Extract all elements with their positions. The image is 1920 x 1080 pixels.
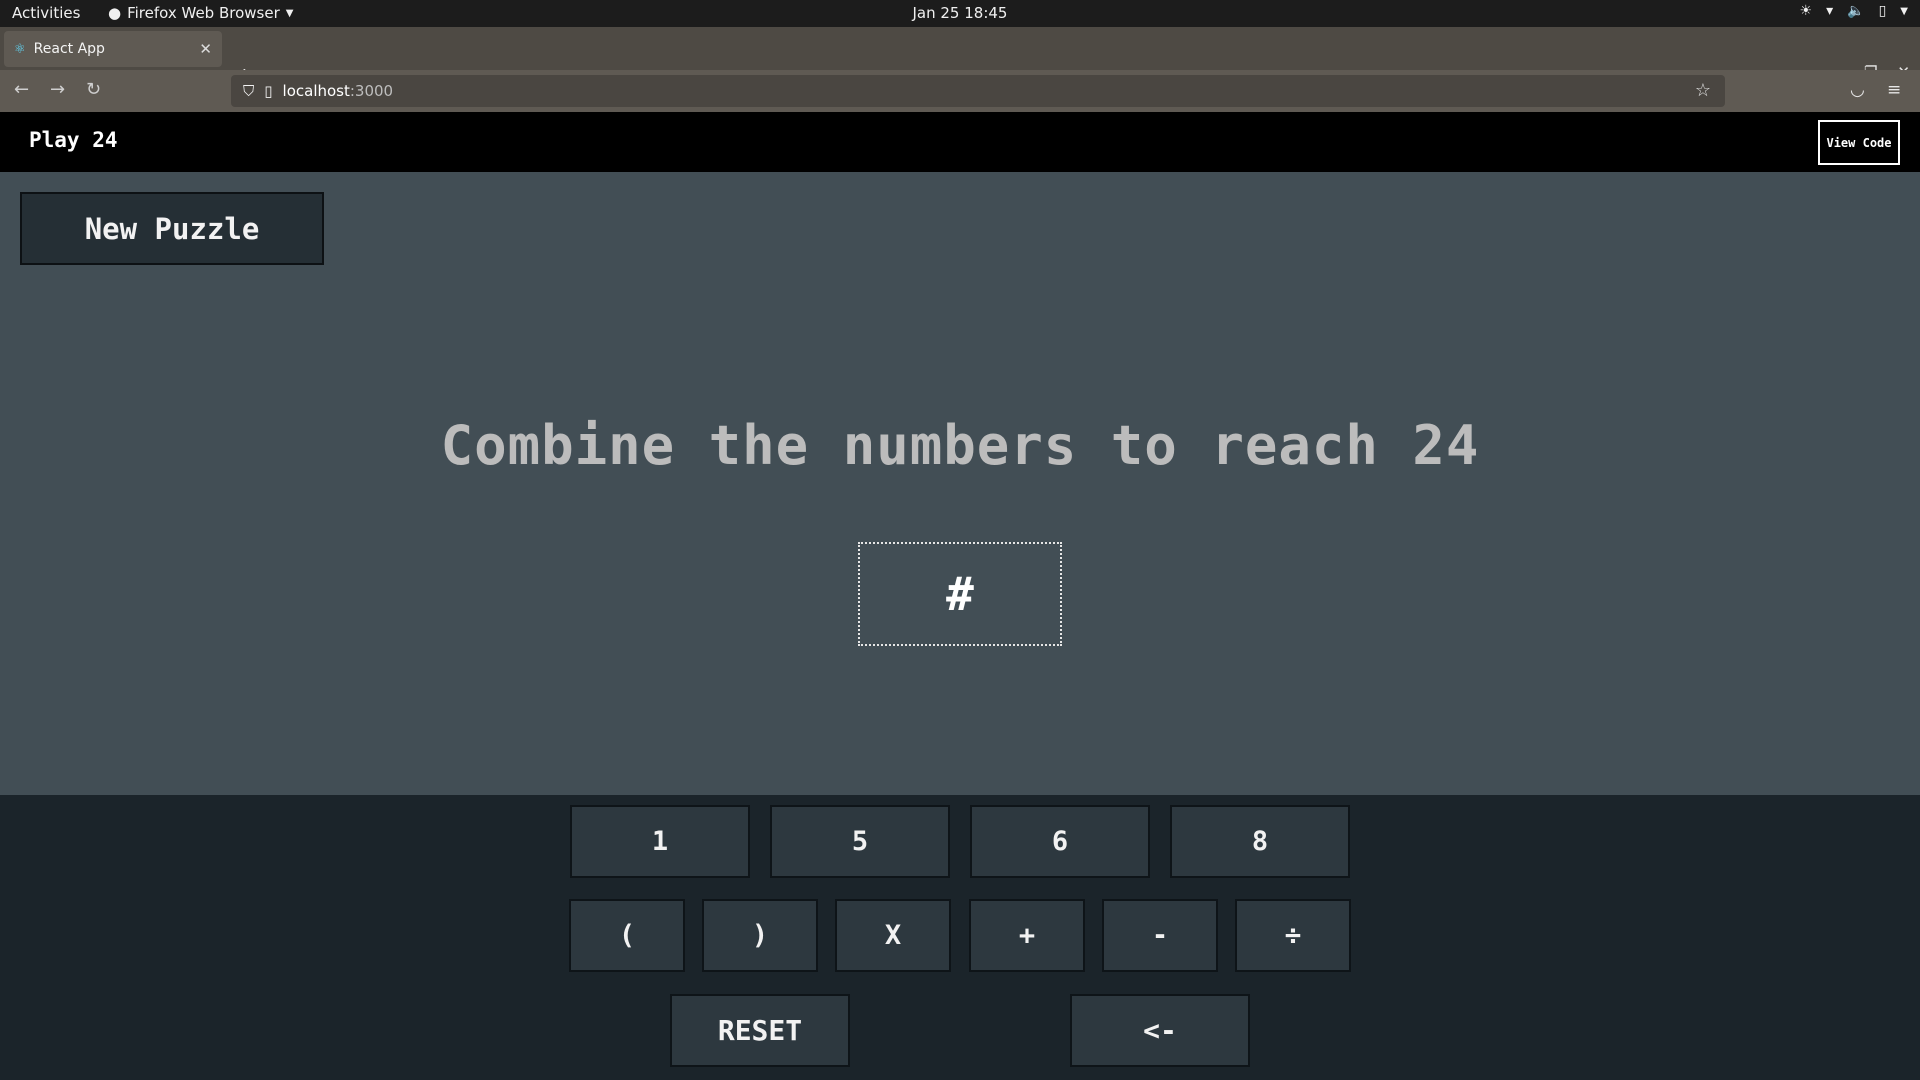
keypad: 1 5 6 8 ( ) X + - ÷ RESET <- xyxy=(0,795,1920,1080)
url-host: localhost xyxy=(282,82,350,100)
view-code-button[interactable]: View Code xyxy=(1818,120,1900,165)
app-header: Play 24 View Code xyxy=(0,112,1920,172)
system-top-bar: Activities ● Firefox Web Browser ▼ Jan 2… xyxy=(0,0,1920,27)
page-icon: ▯ xyxy=(264,82,273,100)
number-key-5[interactable]: 5 xyxy=(770,805,950,878)
reset-button[interactable]: RESET xyxy=(670,994,850,1067)
brightness-icon: ☀ xyxy=(1799,3,1813,19)
pocket-icon[interactable]: ◡ xyxy=(1850,80,1865,100)
subtract-key[interactable]: - xyxy=(1102,899,1218,972)
forward-icon[interactable]: → xyxy=(50,79,65,100)
url-bar[interactable]: ⛉ ▯ localhost:3000 ☆ xyxy=(231,75,1725,107)
divide-key[interactable]: ÷ xyxy=(1235,899,1351,972)
answer-display: # xyxy=(858,542,1062,646)
bookmark-star-icon[interactable]: ☆ xyxy=(1695,80,1711,101)
close-tab-icon[interactable]: ✕ xyxy=(199,40,212,58)
multiply-key[interactable]: X xyxy=(835,899,951,972)
react-favicon-icon: ⚛ xyxy=(14,41,26,57)
number-key-1[interactable]: 1 xyxy=(570,805,750,878)
close-paren-key[interactable]: ) xyxy=(702,899,818,972)
browser-tab[interactable]: ⚛ React App ✕ xyxy=(4,31,222,67)
clock[interactable]: Jan 25 18:45 xyxy=(0,4,1920,22)
open-paren-key[interactable]: ( xyxy=(569,899,685,972)
instruction-text: Combine the numbers to reach 24 xyxy=(440,414,1480,477)
system-tray[interactable]: ☀ ▾ 🔈 ▯ ▼ xyxy=(1800,3,1908,19)
add-key[interactable]: + xyxy=(969,899,1085,972)
battery-icon: ▯ xyxy=(1878,3,1887,19)
reload-icon[interactable]: ↻ xyxy=(86,79,101,100)
navigation-bar: ← → ↻ ⛉ ▯ localhost:3000 ☆ ◡ ≡ xyxy=(0,70,1920,112)
volume-icon: 🔈 xyxy=(1847,3,1865,19)
tab-strip: ⚛ React App ✕ + – ❐ ✕ xyxy=(0,27,1920,87)
backspace-button[interactable]: <- xyxy=(1070,994,1250,1067)
number-key-6[interactable]: 6 xyxy=(970,805,1150,878)
app-title: Play 24 xyxy=(29,128,118,152)
wifi-icon: ▾ xyxy=(1826,3,1834,19)
tab-title: React App xyxy=(33,41,105,57)
new-puzzle-button[interactable]: New Puzzle xyxy=(20,192,324,265)
menu-icon[interactable]: ≡ xyxy=(1887,80,1901,100)
shield-icon[interactable]: ⛉ xyxy=(243,82,254,100)
tray-caret-icon: ▼ xyxy=(1900,5,1908,17)
url-port: :3000 xyxy=(349,82,394,100)
number-key-8[interactable]: 8 xyxy=(1170,805,1350,878)
back-icon[interactable]: ← xyxy=(14,79,29,100)
game-area: New Puzzle Combine the numbers to reach … xyxy=(0,172,1920,795)
